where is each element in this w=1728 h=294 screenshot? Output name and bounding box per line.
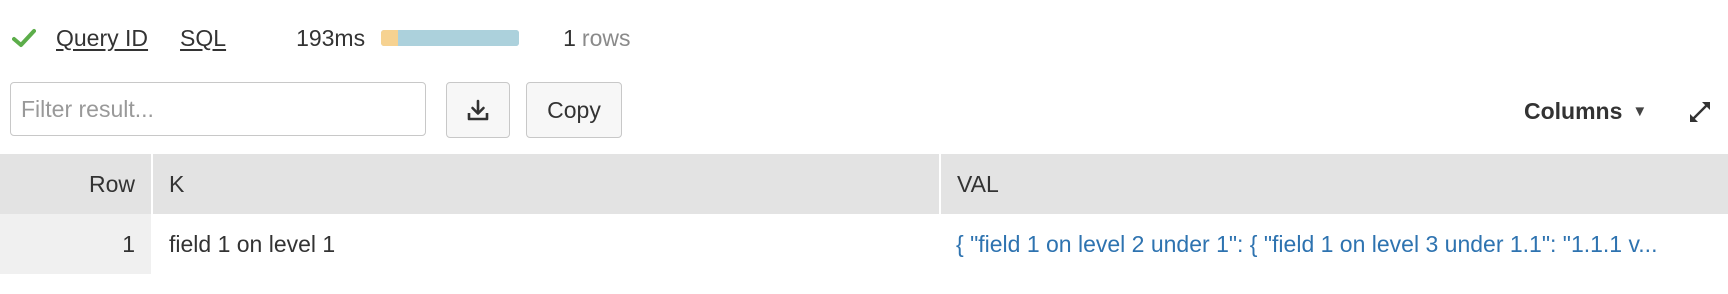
download-button[interactable] xyxy=(446,82,510,138)
row-number-cell: 1 xyxy=(0,214,153,274)
column-header-val[interactable]: VAL xyxy=(940,154,1728,214)
query-result-panel: Query ID SQL 193ms 1 rows Copy Columns ▼ xyxy=(0,0,1728,294)
column-header-row[interactable]: Row xyxy=(0,154,153,214)
expand-icon[interactable] xyxy=(1688,100,1712,124)
row-count-label: rows xyxy=(581,24,631,51)
columns-label: Columns xyxy=(1524,97,1623,124)
success-check-icon xyxy=(10,24,38,52)
caret-down-icon: ▼ xyxy=(1632,102,1648,120)
columns-dropdown[interactable]: Columns ▼ xyxy=(1524,92,1647,130)
download-icon xyxy=(467,99,489,121)
column-header-k[interactable]: K xyxy=(152,154,941,214)
table-header-row: Row K VAL xyxy=(0,154,1728,214)
query-id-link[interactable]: Query ID xyxy=(56,25,148,52)
val-cell[interactable]: { "field 1 on level 2 under 1": { "field… xyxy=(940,214,1728,274)
row-count: 1 xyxy=(563,24,576,51)
timing-bar xyxy=(381,30,520,46)
query-duration: 193ms xyxy=(296,24,366,51)
copy-button[interactable]: Copy xyxy=(526,82,622,138)
timing-bar-queue-segment xyxy=(381,30,398,46)
table-row: 1 field 1 on level 1 { "field 1 on level… xyxy=(0,214,1728,274)
k-cell: field 1 on level 1 xyxy=(169,230,336,257)
result-table: Row K VAL 1 field 1 on level 1 { "field … xyxy=(0,154,1728,274)
sql-link[interactable]: SQL xyxy=(180,25,226,52)
timing-bar-execution-segment xyxy=(397,30,520,46)
query-status-bar: Query ID SQL 193ms 1 rows xyxy=(10,20,630,56)
filter-result-input[interactable] xyxy=(10,82,426,136)
